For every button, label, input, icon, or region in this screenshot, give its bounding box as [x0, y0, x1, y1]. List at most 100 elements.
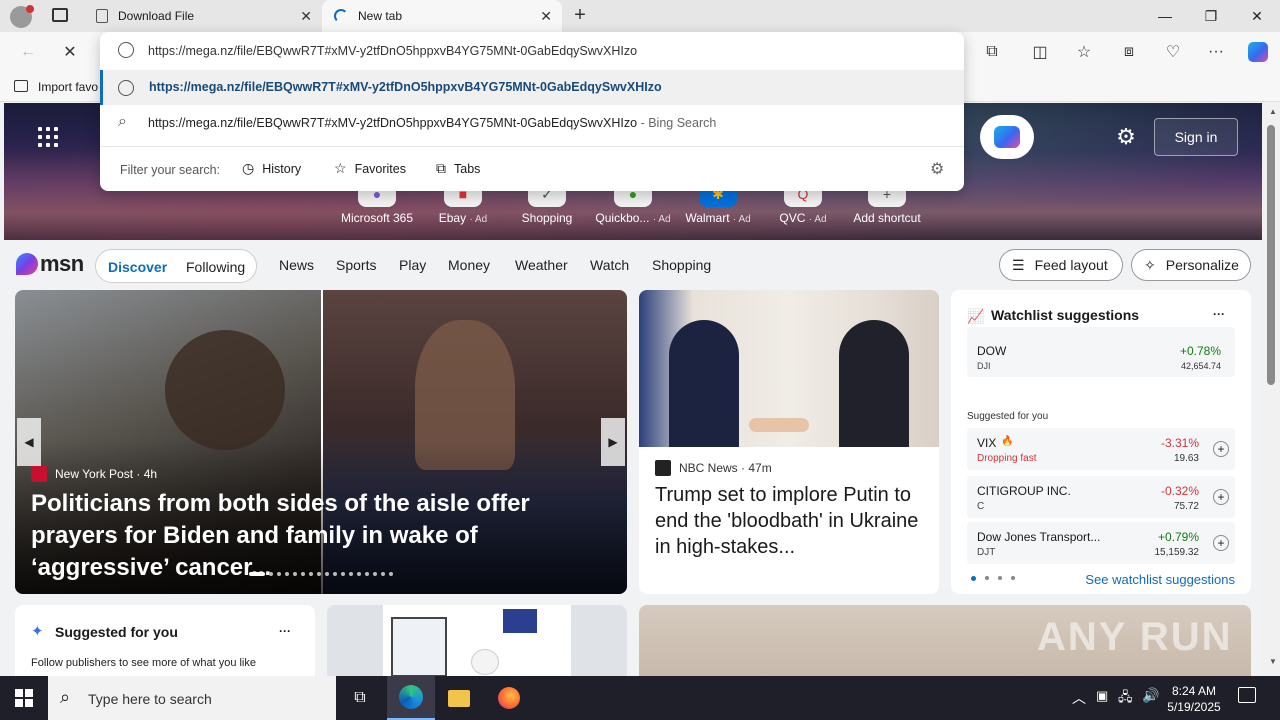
second-story-headline[interactable]: Trump set to implore Putin to end the 'b… [655, 482, 925, 560]
add-to-watchlist-icon[interactable]: + [1213, 441, 1229, 457]
show-hidden-icons[interactable]: ︿ [1072, 688, 1086, 708]
search-settings-gear-icon[interactable]: ⚙ [930, 159, 944, 179]
windows-logo-icon [15, 689, 33, 707]
watermark-logo: ANY RUN [1037, 615, 1233, 659]
volume-icon[interactable]: 🔊 [1142, 687, 1159, 704]
filter-favorites[interactable]: ☆ Favorites [334, 160, 406, 177]
stock-price: 15,159.32 [1154, 547, 1200, 558]
suggested-body: Follow publishers to see more of what yo… [31, 657, 256, 669]
minimize-button[interactable]: — [1142, 0, 1188, 32]
search-icon: ⌕ [118, 113, 127, 130]
watchlist-pager-dots[interactable] [971, 576, 1015, 581]
carousel-dots [249, 572, 393, 576]
lead-story-source: New York Post · 4h [31, 466, 157, 482]
search-icon: ⌕ [60, 687, 71, 707]
settings-gear-icon[interactable]: ⚙ [1114, 125, 1138, 149]
tab-actions-icon[interactable] [52, 8, 68, 22]
stock-price: 19.63 [1173, 453, 1199, 464]
clock[interactable]: 8:24 AM 5/19/2025 [1164, 683, 1224, 715]
tab-discover[interactable]: Discover [108, 259, 167, 275]
stock-note: Dropping fast [977, 453, 1037, 464]
import-favorites-link[interactable]: Import favo [38, 80, 98, 94]
nav-shopping[interactable]: Shopping [652, 257, 711, 273]
bottom-story-card[interactable]: ANY RUN [639, 605, 1251, 676]
favorites-icon[interactable]: ☆ [1072, 40, 1096, 64]
split-screen-icon[interactable]: ◫ [1028, 40, 1052, 64]
back-icon[interactable]: ← [16, 40, 40, 64]
watchlist-row-dow-transport[interactable]: Dow Jones Transport... DJT +0.79% 15,159… [967, 522, 1235, 564]
lead-story-headline[interactable]: Politicians from both sides of the aisle… [31, 488, 611, 584]
more-menu-icon[interactable]: ··· [1204, 40, 1228, 64]
add-to-watchlist-icon[interactable]: + [1213, 489, 1229, 505]
loading-icon [334, 9, 348, 23]
close-tab-icon[interactable]: ✕ [540, 8, 552, 25]
extensions-icon[interactable]: ⧉ [980, 40, 1004, 64]
lead-story-card[interactable]: ◀ ▶ New York Post · 4h Politicians from … [15, 290, 627, 594]
new-york-post-icon [31, 466, 47, 482]
personalize-button[interactable]: ✧ Personalize [1131, 249, 1251, 281]
sign-in-button[interactable]: Sign in [1154, 118, 1238, 156]
taskbar-file-explorer[interactable] [435, 676, 483, 720]
taskbar-search-box[interactable]: ⌕ Type here to search [48, 676, 336, 720]
tab-download-file[interactable]: Download File ✕ [84, 0, 322, 32]
second-story-card[interactable]: NBC News · 47m Trump set to implore Puti… [639, 290, 939, 594]
nav-weather[interactable]: Weather [515, 257, 568, 273]
watchlist-more-button[interactable]: ··· [1213, 307, 1225, 321]
copilot-icon[interactable] [1246, 40, 1270, 64]
globe-icon [118, 80, 134, 96]
msn-logo[interactable]: msn [16, 250, 84, 278]
page-scrollbar[interactable]: ▲ ▼ [1262, 103, 1280, 676]
filter-history[interactable]: ◷ History [242, 160, 301, 177]
product-ad-card[interactable] [327, 605, 627, 676]
nav-watch[interactable]: Watch [590, 257, 629, 273]
history-icon: ◷ [242, 160, 255, 176]
import-favorites-icon[interactable] [14, 80, 28, 92]
stop-loading-icon[interactable]: ✕ [58, 40, 82, 64]
notifications-icon[interactable] [1238, 687, 1256, 703]
address-input[interactable]: https://mega.nz/file/EBQwwR7T#xMV-y2tfDn… [148, 44, 637, 58]
task-view-button[interactable]: ⧉ [336, 676, 384, 720]
tab-title: New tab [358, 9, 403, 23]
device-icon[interactable]: ▣ [1096, 688, 1108, 704]
nav-money[interactable]: Money [448, 257, 490, 273]
apps-launcher-icon[interactable] [38, 127, 58, 147]
collections-icon[interactable]: ⧈ [1117, 40, 1141, 64]
carousel-prev-button[interactable]: ◀ [17, 418, 41, 466]
start-button[interactable] [0, 676, 48, 720]
restore-button[interactable]: ❐ [1188, 0, 1234, 32]
task-view-icon: ⧉ [354, 689, 366, 706]
watchlist-row-vix[interactable]: VIX 🔥 Dropping fast -3.31% 19.63 + [967, 428, 1235, 470]
profile-icon[interactable] [10, 5, 34, 28]
feed-layout-button[interactable]: ☰ Feed layout [999, 249, 1123, 281]
tab-new-tab[interactable]: New tab ✕ [322, 0, 562, 32]
add-to-watchlist-icon[interactable]: + [1213, 535, 1229, 551]
stock-price: 75.72 [1173, 501, 1199, 512]
suggestion-url[interactable]: https://mega.nz/file/EBQwwR7T#xMV-y2tfDn… [100, 70, 964, 105]
address-bar[interactable]: https://mega.nz/file/EBQwwR7T#xMV-y2tfDn… [100, 32, 964, 70]
tab-following[interactable]: Following [186, 259, 245, 275]
close-window-button[interactable]: ✕ [1234, 0, 1280, 32]
taskbar-edge[interactable] [387, 676, 435, 720]
tabs-icon: ⧉ [436, 160, 446, 176]
flame-icon: 🔥 [1001, 436, 1014, 447]
discover-following-toggle: Discover Following [95, 249, 257, 283]
see-watchlist-link[interactable]: See watchlist suggestions [1085, 572, 1235, 587]
browser-essentials-icon[interactable]: ♡ [1161, 40, 1185, 64]
watchlist-row-citigroup[interactable]: CITIGROUP INC. C -0.32% 75.72 + [967, 476, 1235, 518]
network-icon[interactable]: 🖧 [1118, 688, 1133, 710]
carousel-next-button[interactable]: ▶ [601, 418, 625, 466]
nav-news[interactable]: News [279, 257, 314, 273]
copilot-search-icon[interactable] [980, 115, 1034, 159]
stock-ticker: DJI [977, 361, 991, 371]
new-tab-button[interactable]: + [568, 4, 592, 28]
msn-butterfly-icon [16, 253, 38, 275]
close-tab-icon[interactable]: ✕ [300, 8, 312, 25]
nav-sports[interactable]: Sports [336, 257, 376, 273]
product-image [383, 605, 571, 676]
watchlist-row-dow[interactable]: DOW DJI +0.78% 42,654.74 [967, 327, 1235, 377]
nav-play[interactable]: Play [399, 257, 426, 273]
suggested-more-button[interactable]: ··· [279, 624, 291, 638]
filter-tabs[interactable]: ⧉ Tabs [436, 160, 480, 177]
suggestion-search[interactable]: ⌕ https://mega.nz/file/EBQwwR7T#xMV-y2tf… [100, 105, 964, 141]
taskbar-firefox[interactable] [485, 676, 533, 720]
